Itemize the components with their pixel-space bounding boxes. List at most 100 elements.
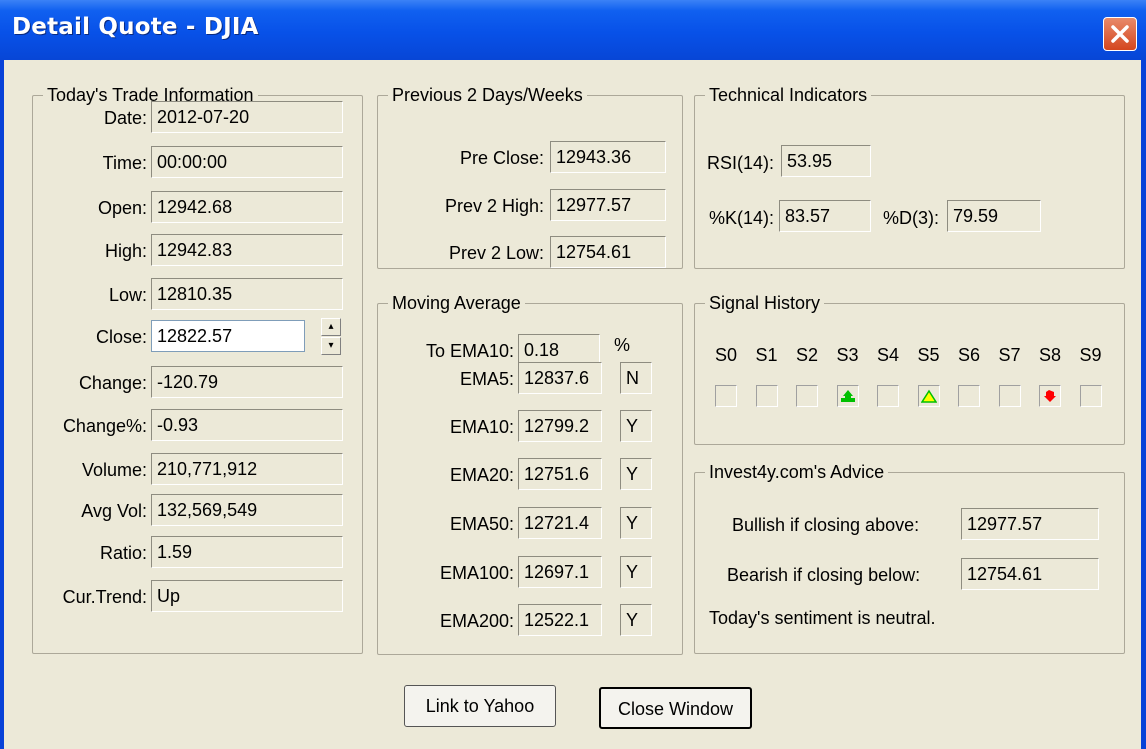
- trade-info-group: Today's Trade Information Date: 2012-07-2…: [32, 84, 363, 654]
- ema-value: 12721.4: [518, 507, 602, 539]
- trade-label: Time:: [102, 153, 147, 173]
- signal-history-title: Signal History: [705, 292, 825, 314]
- ema-flag: Y: [620, 507, 652, 539]
- ema-label: EMA20:: [449, 465, 514, 485]
- trade-label: Ratio:: [99, 543, 147, 563]
- trade-label: Date:: [103, 108, 147, 128]
- technical-title: Technical Indicators: [705, 84, 872, 106]
- technical-group: Technical Indicators RSI(14): 53.95 %K(1…: [694, 84, 1125, 269]
- signal-label: S5: [917, 345, 940, 365]
- sentiment-text: Today's sentiment is neutral.: [709, 608, 936, 628]
- percent-label: %: [614, 335, 631, 355]
- signal-box: [755, 385, 778, 407]
- previous-value: 12977.57: [550, 189, 666, 221]
- trade-label: Low:: [108, 285, 147, 305]
- trade-value: 12942.68: [151, 191, 343, 223]
- spin-up-icon[interactable]: ▴: [321, 318, 341, 336]
- trade-label: Close:: [95, 327, 147, 347]
- signal-label: S7: [998, 345, 1021, 365]
- signal-box: [796, 385, 818, 407]
- detail-quote-window: Detail Quote - DJIA Today's Trade Inform…: [0, 0, 1146, 749]
- rsi-label: RSI(14):: [707, 153, 775, 173]
- trade-label: Open:: [97, 198, 147, 218]
- ema-flag: Y: [620, 604, 652, 636]
- ema-flag: N: [620, 362, 652, 394]
- bullish-field: 12977.57: [961, 508, 1099, 540]
- signal-box: [958, 385, 980, 407]
- close-spinner[interactable]: ▴ ▾: [321, 318, 341, 356]
- signal-box: [917, 385, 940, 407]
- signal-label: S3: [836, 345, 859, 365]
- k-label: %K(14):: [709, 208, 775, 228]
- signal-label: S0: [715, 345, 738, 365]
- trade-label: Avg Vol:: [81, 501, 147, 521]
- dialog-body: Today's Trade Information Date: 2012-07-2…: [4, 60, 1141, 749]
- previous-value: 12754.61: [550, 236, 666, 268]
- advice-group: Invest4y.com's Advice Bullish if closing…: [694, 461, 1125, 654]
- trade-value: 1.59: [151, 536, 343, 568]
- bearish-field: 12754.61: [961, 558, 1099, 590]
- close-icon: [1111, 25, 1129, 43]
- moving-average-group: Moving Average To EMA10: 0.18 % EMA5: 128…: [377, 292, 683, 655]
- ema-flag: Y: [620, 410, 652, 442]
- to-ema10-label: To EMA10:: [425, 341, 514, 361]
- signal-label: S6: [958, 345, 981, 365]
- green-up-arrow-icon: [840, 390, 855, 402]
- advice-title: Invest4y.com's Advice: [705, 461, 889, 483]
- signal-box: [715, 385, 737, 407]
- trade-value: 210,771,912: [151, 453, 343, 485]
- ema-flag: Y: [620, 458, 652, 490]
- ema-label: EMA100:: [439, 563, 514, 583]
- signal-history-group: Signal History S0 S1 S2 S3 S4 S5 S6 S7 S8 S9: [694, 292, 1125, 445]
- trade-label: High:: [104, 241, 147, 261]
- link-to-yahoo-button[interactable]: Link to Yahoo: [404, 685, 556, 727]
- previous-value: 12943.36: [550, 141, 666, 173]
- close-window-button[interactable]: Close Window: [599, 687, 752, 729]
- k-field: 83.57: [779, 200, 871, 232]
- spin-down-icon[interactable]: ▾: [321, 337, 341, 355]
- trade-value: 2012-07-20: [151, 101, 343, 133]
- close-input[interactable]: 12822.57: [151, 320, 305, 352]
- ema-label: EMA200:: [439, 611, 514, 631]
- title-bar[interactable]: Detail Quote - DJIA: [0, 0, 1146, 60]
- trade-value: 132,569,549: [151, 494, 343, 526]
- trade-label: Volume:: [81, 460, 147, 480]
- signal-label: S9: [1079, 345, 1102, 365]
- d-label: %D(3):: [883, 208, 940, 228]
- trade-value: -0.93: [151, 409, 343, 441]
- moving-average-title: Moving Average: [388, 292, 525, 314]
- ema-value: 12799.2: [518, 410, 602, 442]
- window-close-button[interactable]: [1103, 17, 1137, 51]
- signal-box: [877, 385, 899, 407]
- previous-label: Pre Close:: [459, 148, 544, 168]
- trade-value: 12942.83: [151, 234, 343, 266]
- signal-box: [1039, 385, 1061, 407]
- signal-box: [1079, 385, 1102, 407]
- ema-label: EMA10:: [449, 417, 514, 437]
- previous-label: Prev 2 Low:: [448, 243, 544, 263]
- signal-box: [998, 385, 1021, 407]
- previous-label: Prev 2 High:: [444, 196, 544, 216]
- ema-label: EMA50:: [449, 514, 514, 534]
- signal-label: S1: [755, 345, 778, 365]
- trade-label: Cur.Trend:: [62, 587, 147, 607]
- trade-label: Change:: [78, 373, 147, 393]
- previous-title: Previous 2 Days/Weeks: [388, 84, 587, 106]
- red-down-arrow-icon: [1044, 390, 1056, 402]
- signal-label: S4: [877, 345, 900, 365]
- ema-label: EMA5:: [459, 369, 514, 389]
- signal-label: S8: [1039, 345, 1062, 365]
- yellow-triangle-icon: [920, 389, 937, 403]
- ema-value: 12837.6: [518, 362, 602, 394]
- ema-flag: Y: [620, 556, 652, 588]
- trade-value: Up: [151, 580, 343, 612]
- rsi-field: 53.95: [781, 145, 871, 177]
- trade-value: 12810.35: [151, 278, 343, 310]
- trade-value: -120.79: [151, 366, 343, 398]
- previous-group: Previous 2 Days/Weeks Pre Close: 12943.36…: [377, 84, 683, 269]
- ema-value: 12751.6: [518, 458, 602, 490]
- signal-label: S2: [796, 345, 819, 365]
- window-title: Detail Quote - DJIA: [12, 14, 259, 40]
- ema-value: 12697.1: [518, 556, 602, 588]
- trade-label: Change%:: [62, 416, 147, 436]
